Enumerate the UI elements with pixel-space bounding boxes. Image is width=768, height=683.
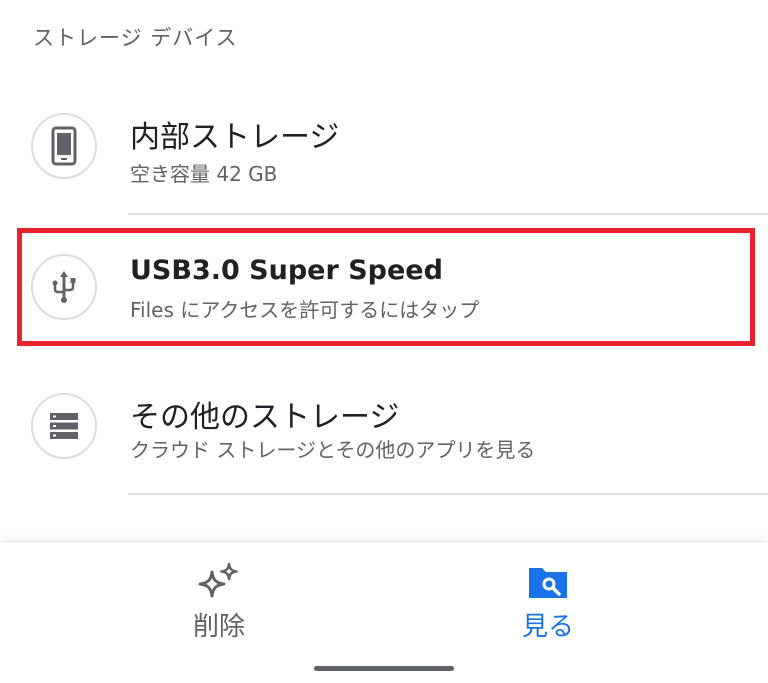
nav-item-clean[interactable]: 削除 xyxy=(149,562,289,642)
home-indicator[interactable] xyxy=(314,666,454,671)
files-app-screen: ストレージ デバイス 内部ストレージ 空き容量 42 GB USB3.0 Sup… xyxy=(0,0,768,683)
nav-label: 削除 xyxy=(192,612,245,642)
sparkle-icon xyxy=(198,562,238,598)
storage-list-icon xyxy=(31,393,97,459)
storage-item-title: 内部ストレージ xyxy=(130,120,340,155)
storage-item-usb[interactable]: USB3.0 Super Speed Files にアクセスを許可するにはタップ xyxy=(0,226,768,354)
storage-item-title: その他のストレージ xyxy=(130,400,400,435)
storage-item-subtitle: Files にアクセスを許可するにはタップ xyxy=(130,298,480,322)
storage-item-subtitle: クラウド ストレージとその他のアプリを見る xyxy=(130,438,536,462)
storage-item-other[interactable]: その他のストレージ クラウド ストレージとその他のアプリを見る xyxy=(0,362,768,490)
storage-item-internal[interactable]: 内部ストレージ 空き容量 42 GB xyxy=(0,84,768,212)
divider xyxy=(128,213,768,215)
bottom-navigation: 削除 見る xyxy=(0,541,768,683)
storage-item-title: USB3.0 Super Speed xyxy=(130,255,443,286)
phone-icon xyxy=(31,113,97,179)
section-header-storage-devices: ストレージ デバイス xyxy=(33,26,238,50)
divider xyxy=(128,493,768,495)
folder-search-icon xyxy=(529,568,567,598)
nav-label: 見る xyxy=(521,612,574,642)
storage-item-subtitle: 空き容量 42 GB xyxy=(130,162,278,186)
usb-icon xyxy=(31,254,97,320)
nav-item-browse[interactable]: 見る xyxy=(478,562,618,642)
